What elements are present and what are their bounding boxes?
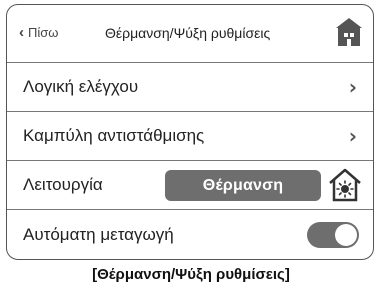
mode-button[interactable]: Θέρμανση: [165, 170, 321, 201]
auto-switch-row: Αυτόματη μεταγωγή: [7, 210, 373, 259]
toggle-knob: [335, 224, 357, 246]
compensation-curve-label: Καμπύλη αντιστάθμισης: [23, 126, 205, 145]
home-button[interactable]: [335, 17, 363, 47]
home-icon: [336, 18, 362, 46]
chevron-right-icon[interactable]: ›: [349, 124, 357, 148]
auto-switch-toggle[interactable]: [307, 222, 359, 248]
back-label: Πίσω: [28, 25, 59, 40]
back-button[interactable]: ‹ Πίσω: [19, 25, 58, 40]
mode-row: Λειτουργία Θέρμανση: [7, 161, 373, 210]
settings-panel: ‹ Πίσω Θέρμανση/Ψύξη ρυθμίσεις Λογική ελ…: [6, 4, 374, 260]
control-logic-label: Λογική ελέγχου: [23, 77, 139, 96]
chevron-right-icon[interactable]: ›: [349, 75, 357, 99]
page-title: Θέρμανση/Ψύξη ρυθμίσεις: [105, 25, 271, 41]
compensation-curve-row[interactable]: Καμπύλη αντιστάθμισης ›: [7, 112, 373, 161]
heating-house-icon: [329, 168, 361, 202]
auto-switch-label: Αυτόματη μεταγωγή: [23, 224, 174, 244]
header-bar: ‹ Πίσω Θέρμανση/Ψύξη ρυθμίσεις: [7, 5, 373, 63]
chevron-left-icon: ‹: [19, 24, 24, 41]
control-logic-row[interactable]: Λογική ελέγχου ›: [7, 63, 373, 112]
figure-caption: [Θέρμανση/Ψύξη ρυθμίσεις]: [92, 266, 290, 283]
mode-label: Λειτουργία: [23, 175, 103, 194]
